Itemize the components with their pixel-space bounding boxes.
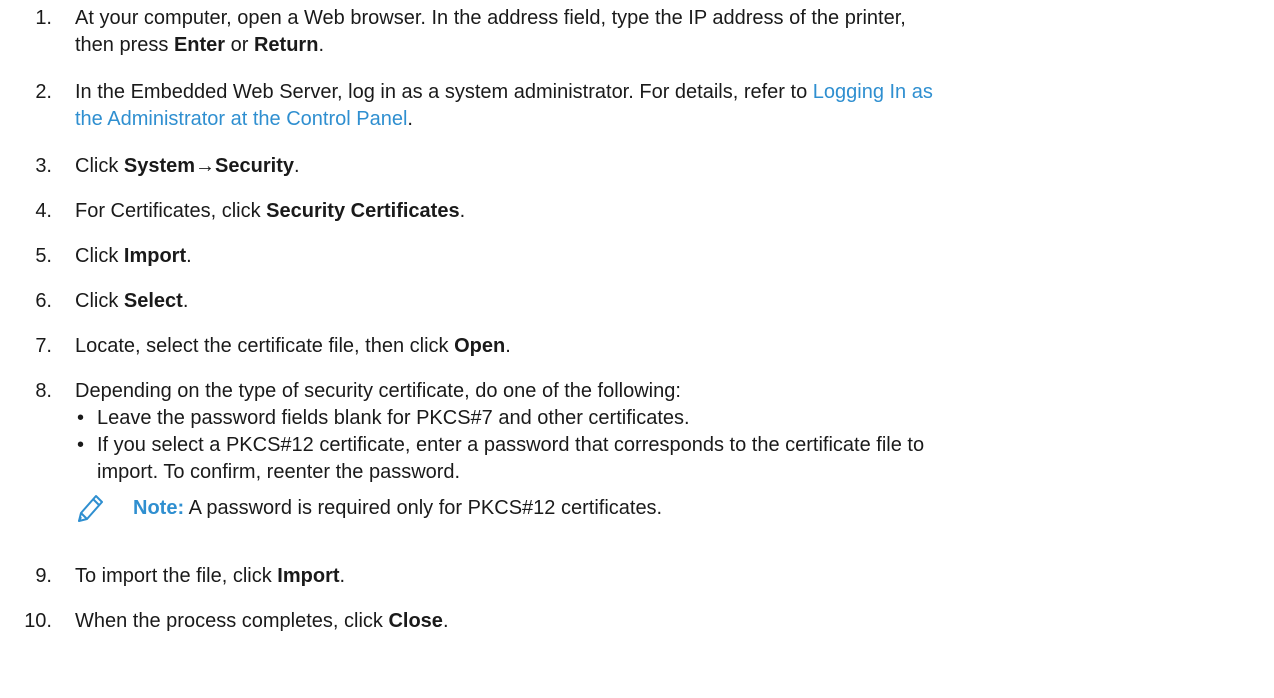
bold-term: Close [388,610,443,632]
bold-term: Import [277,565,340,587]
step-text-line: At your computer, open a Web browser. In… [75,7,906,29]
step-text-line: In the Embedded Web Server, log in as a … [75,81,933,103]
bullet-list: • Leave the password fields blank for PKC… [75,405,1245,486]
step-number: 9. [35,565,52,587]
bold-term: Select [123,290,183,312]
list-item: • Leave the password fields blank for PKC… [75,405,1245,432]
list-item-continuation: import. To confirm, reenter the password… [97,461,461,483]
step-number: 8. [35,380,52,402]
step-text: For Certificates, click Security Certifi… [75,200,466,222]
bullet-icon: • [77,434,85,456]
step-text: Locate, select the certificate file, the… [75,335,511,357]
admin-login-link-cont[interactable]: the Administrator at the Control Panel [75,108,407,130]
note-text: Note: A password is required only for PK… [133,497,663,519]
step-text-line: the Administrator at the Control Panel. [75,108,413,130]
step-text: To import the file, click Import. [75,565,346,587]
step-number: 4. [35,200,52,222]
step-text: When the process completes, click Close. [75,610,449,632]
step-text: Click Import. [75,245,192,267]
bold-term: Import [123,245,187,267]
step-text: At your computer, open a Web browser. In… [75,5,1245,59]
step-text: Click Select. [75,290,189,312]
note-callout: Note: A password is required only for PK… [75,489,1225,529]
bold-term: System [123,155,196,177]
bold-term: Return [253,34,319,56]
pencil-icon [78,495,103,522]
list-item: • If you select a PKCS#12 certificate, en… [75,432,1245,459]
step-number: 6. [35,290,52,312]
step-number: 3. [35,155,52,177]
bullet-icon: • [77,407,85,429]
admin-login-link[interactable]: Logging In as [813,81,933,103]
bold-term: Security Certificates [266,200,460,222]
step-text: In the Embedded Web Server, log in as a … [75,79,1245,133]
step-number: 10. [24,610,52,632]
step-number: 1. [35,7,52,29]
note-label: Note: [133,497,185,519]
step-text-line: then press Enter or Return. [75,34,324,56]
step-number: 2. [35,81,52,103]
step-text-line: Depending on the type of security certif… [75,380,681,402]
step-text: Click System→Security. [75,155,300,177]
step-number: 7. [35,335,52,357]
arrow-icon: → [195,155,216,177]
step-text: Depending on the type of security certif… [75,378,1245,486]
bold-term: Open [454,335,506,357]
step-number: 5. [35,245,52,267]
bold-term: Enter [173,34,226,56]
bold-term: Security [215,155,294,177]
